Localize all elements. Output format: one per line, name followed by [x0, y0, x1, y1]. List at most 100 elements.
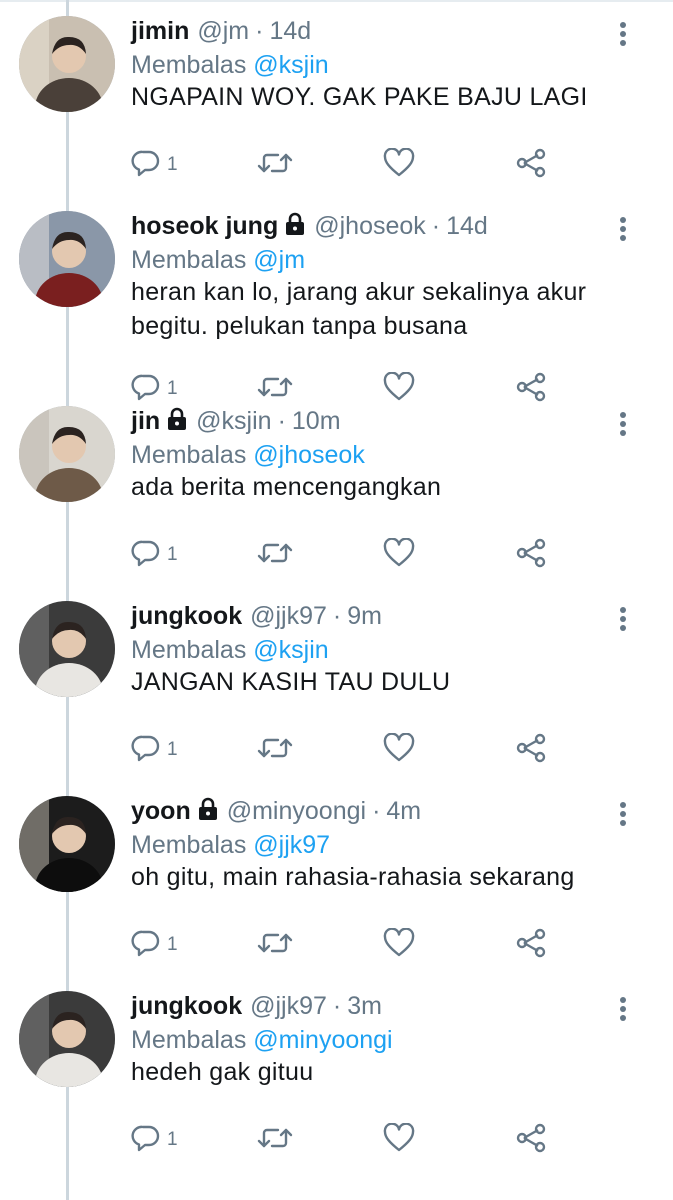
more-vertical-icon[interactable] [610, 993, 636, 1025]
reply-button[interactable]: 1 [131, 538, 178, 572]
avatar[interactable] [19, 211, 115, 307]
separator-dot: · [332, 992, 342, 1020]
tweet-text: NGAPAIN WOY. GAK PAKE BAJU LAGI [131, 83, 588, 111]
mention-link[interactable]: @minyoongi [253, 1026, 392, 1054]
tweet-header: jungkook @jjk97 · 9m [131, 599, 382, 633]
share-button[interactable] [515, 148, 547, 182]
avatar[interactable] [19, 16, 115, 112]
display-name[interactable]: jin [131, 407, 160, 435]
like-button[interactable] [383, 731, 415, 767]
retweet-icon [257, 148, 293, 183]
reply-button[interactable]: 1 [131, 148, 178, 182]
separator-dot: · [255, 17, 264, 45]
tweet-reply[interactable]: hoseok jung @jhoseok · 14d Membalas @jm heran… [0, 195, 673, 401]
tweet-actions: 1 [131, 1121, 651, 1157]
share-button[interactable] [515, 538, 547, 572]
timestamp[interactable]: 3m [347, 992, 382, 1020]
reply-button[interactable]: 1 [131, 928, 178, 962]
reply-count: 1 [167, 544, 178, 565]
display-name[interactable]: jungkook [131, 602, 242, 630]
replying-to-label: Membalas [131, 51, 247, 79]
mention-link[interactable]: @ksjin [253, 51, 328, 79]
user-handle[interactable]: @jm [197, 17, 249, 45]
reply-icon [131, 733, 161, 768]
tweet-actions: 1 [131, 146, 651, 183]
mention-link[interactable]: @jhoseok [253, 441, 365, 469]
tweet-text: JANGAN KASIH TAU DULU [131, 668, 451, 696]
heart-icon [383, 146, 415, 183]
timestamp[interactable]: 4m [386, 797, 421, 825]
share-icon [515, 732, 547, 769]
tweet-reply[interactable]: jungkook @jjk97 · 3m Membalas @minyoongi hede… [0, 975, 673, 1170]
user-handle[interactable]: @jhoseok [314, 212, 426, 240]
tweet-actions: 1 [131, 926, 651, 963]
avatar[interactable] [19, 796, 115, 892]
reply-button[interactable]: 1 [131, 1123, 178, 1157]
lock-icon [284, 211, 306, 245]
reply-count: 1 [167, 154, 178, 175]
timestamp[interactable]: 10m [292, 407, 341, 435]
timestamp[interactable]: 14d [269, 17, 311, 45]
replying-to-line: Membalas @jm [131, 243, 305, 277]
more-vertical-icon[interactable] [610, 213, 636, 245]
tweet-reply[interactable]: jungkook @jjk97 · 9m Membalas @ksjin JANGAN K… [0, 585, 673, 780]
timestamp[interactable]: 14d [446, 212, 488, 240]
avatar[interactable] [19, 601, 115, 697]
reply-icon [131, 928, 161, 963]
mention-link[interactable]: @jjk97 [253, 831, 330, 859]
user-handle[interactable]: @jjk97 [250, 992, 327, 1020]
share-button[interactable] [515, 928, 547, 962]
reply-button[interactable]: 1 [131, 733, 178, 767]
avatar[interactable] [19, 991, 115, 1087]
mention-link[interactable]: @jm [253, 246, 305, 274]
tweet-text: hedeh gak gituu [131, 1058, 314, 1086]
share-button[interactable] [515, 1123, 547, 1157]
tweet-header: hoseok jung @jhoseok · 14d [131, 209, 488, 243]
tweet-reply[interactable]: yoon @minyoongi · 4m Membalas @jjk97 oh gitu,… [0, 780, 673, 975]
tweet-header: yoon @minyoongi · 4m [131, 794, 421, 828]
retweet-button[interactable] [257, 538, 293, 572]
replying-to-label: Membalas [131, 246, 247, 274]
reply-count: 1 [167, 739, 178, 760]
mention-link[interactable]: @ksjin [253, 636, 328, 664]
share-icon [515, 1122, 547, 1159]
retweet-button[interactable] [257, 148, 293, 182]
separator-dot: · [332, 602, 342, 630]
timestamp[interactable]: 9m [347, 602, 382, 630]
more-vertical-icon[interactable] [610, 18, 636, 50]
user-handle[interactable]: @jjk97 [250, 602, 327, 630]
more-vertical-icon[interactable] [610, 408, 636, 440]
user-handle[interactable]: @minyoongi [227, 797, 366, 825]
replying-to-label: Membalas [131, 1026, 247, 1054]
retweet-icon [257, 538, 293, 573]
share-icon [515, 537, 547, 574]
heart-icon [383, 926, 415, 963]
tweet-text: heran kan lo, jarang akur sekalinya akur… [131, 278, 587, 340]
retweet-button[interactable] [257, 928, 293, 962]
tweet-header: jungkook @jjk97 · 3m [131, 989, 382, 1023]
display-name[interactable]: jimin [131, 17, 189, 45]
like-button[interactable] [383, 536, 415, 572]
share-button[interactable] [515, 733, 547, 767]
replying-to-label: Membalas [131, 831, 247, 859]
like-button[interactable] [383, 1121, 415, 1157]
tweet-reply[interactable]: jimin @jm · 14d Membalas @ksjin NGAPAIN WOY. … [0, 0, 673, 195]
display-name[interactable]: jungkook [131, 992, 242, 1020]
more-vertical-icon[interactable] [610, 798, 636, 830]
replying-to-line: Membalas @minyoongi [131, 1023, 393, 1057]
display-name[interactable]: yoon [131, 797, 191, 825]
like-button[interactable] [383, 146, 415, 183]
tweet-reply[interactable]: jin @ksjin · 10m Membalas @jhoseok ada berita… [0, 390, 673, 585]
replying-to-line: Membalas @jhoseok [131, 438, 365, 472]
user-handle[interactable]: @ksjin [196, 407, 271, 435]
tweet-actions: 1 [131, 731, 651, 767]
avatar[interactable] [19, 406, 115, 502]
retweet-button[interactable] [257, 733, 293, 767]
more-vertical-icon[interactable] [610, 603, 636, 635]
reply-icon [131, 1123, 161, 1158]
tweet-text: oh gitu, main rahasia-rahasia sekarang [131, 863, 575, 891]
retweet-icon [257, 733, 293, 768]
like-button[interactable] [383, 926, 415, 963]
display-name[interactable]: hoseok jung [131, 212, 278, 240]
retweet-button[interactable] [257, 1123, 293, 1157]
